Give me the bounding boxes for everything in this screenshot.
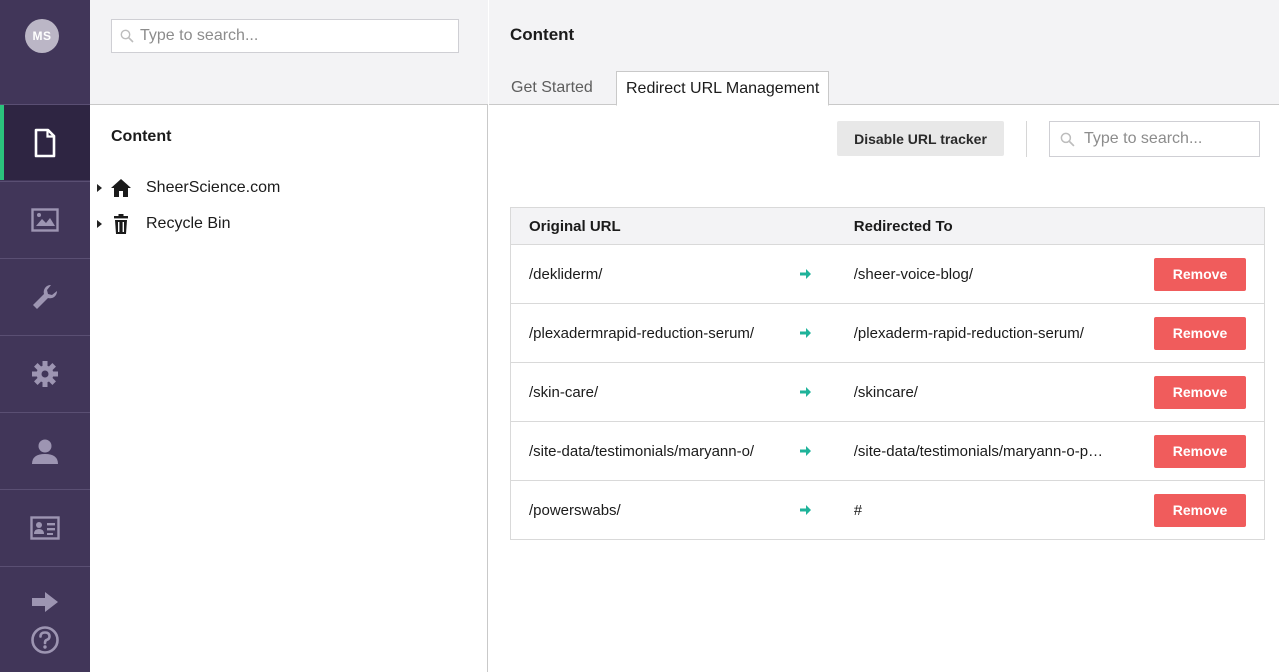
table-row: /site-data/testimonials/maryann-o/ /site…	[510, 421, 1265, 481]
main-header: Content Get Started Redirect URL Managem…	[489, 0, 1279, 106]
expand-caret-icon[interactable]	[97, 220, 102, 228]
original-url-cell: /powerswabs/	[510, 480, 800, 540]
redirected-url: /site-data/testimonials/maryann-o-p…	[853, 442, 1104, 460]
redirect-arrow-cell	[800, 362, 854, 422]
redirect-search-placeholder: Type to search...	[1084, 130, 1203, 147]
remove-button[interactable]: Remove	[1154, 257, 1246, 291]
remove-button[interactable]: Remove	[1154, 375, 1246, 409]
actions-cell: Remove	[1136, 244, 1265, 304]
redirected-url: /plexaderm-rapid-reduction-serum/	[853, 324, 1084, 342]
tab-get-started[interactable]: Get Started	[511, 71, 593, 105]
remove-button[interactable]: Remove	[1154, 434, 1246, 468]
original-url-cell: /skin-care/	[510, 362, 800, 422]
remove-button[interactable]: Remove	[1154, 493, 1246, 527]
help-button[interactable]	[0, 625, 90, 655]
search-icon	[120, 29, 134, 43]
actions-cell: Remove	[1136, 303, 1265, 363]
redirected-to-cell: /skincare/	[853, 362, 1137, 422]
tree-node-site[interactable]: SheerScience.com	[90, 173, 488, 203]
nav-settings[interactable]	[0, 335, 90, 411]
search-icon	[1060, 132, 1075, 147]
redirected-url: /sheer-voice-blog/	[853, 265, 973, 283]
original-url-cell: /plexadermrapid-reduction-serum/	[510, 303, 800, 363]
arrow-right-icon	[800, 327, 811, 338]
redirect-arrow-cell	[800, 421, 854, 481]
remove-button[interactable]: Remove	[1154, 316, 1246, 350]
original-url-cell: /site-data/testimonials/maryann-o/	[510, 421, 800, 481]
main-pane: Content Get Started Redirect URL Managem…	[489, 0, 1279, 672]
redirected-to-cell: /site-data/testimonials/maryann-o-p…	[853, 421, 1137, 481]
nav-bottom	[0, 566, 90, 672]
redirects-table: Original URL Redirected To /dekliderm/ /…	[510, 207, 1265, 540]
tree-title: Content	[111, 128, 172, 145]
wrench-icon	[33, 284, 58, 309]
tree-header: Type to search...	[90, 0, 488, 105]
nav-rail: MS	[0, 0, 90, 672]
expand-caret-icon[interactable]	[97, 184, 102, 192]
actions-cell: Remove	[1136, 362, 1265, 422]
disable-url-tracker-button[interactable]: Disable URL tracker	[837, 121, 1004, 156]
toolbar-divider	[1026, 121, 1027, 157]
column-header-actions	[1136, 207, 1265, 245]
arrow-right-icon	[800, 386, 811, 397]
table-row: /dekliderm/ /sheer-voice-blog/ Remove	[510, 244, 1265, 304]
nav-media[interactable]	[0, 181, 90, 257]
document-icon	[34, 128, 56, 157]
nav-settings-tools[interactable]	[0, 258, 90, 334]
column-header-arrow	[800, 207, 854, 245]
table-header-row: Original URL Redirected To	[510, 207, 1265, 245]
column-header-original-url: Original URL	[510, 207, 800, 245]
nav-members[interactable]	[0, 489, 90, 565]
tree-node-label: Recycle Bin	[146, 215, 231, 232]
content-tree-pane: Type to search... Content SheerScience.c…	[90, 0, 488, 672]
original-url-cell: /dekliderm/	[510, 244, 800, 304]
gear-icon	[32, 360, 58, 387]
image-icon	[31, 207, 59, 232]
page-title: Content	[510, 25, 575, 44]
redirected-to-cell: /plexaderm-rapid-reduction-serum/	[853, 303, 1137, 363]
tree-node-recycle-bin[interactable]: Recycle Bin	[90, 209, 488, 239]
redirect-search-input[interactable]: Type to search...	[1049, 121, 1260, 157]
table-row: /skin-care/ /skincare/ Remove	[510, 362, 1265, 422]
redirect-arrow-cell	[800, 244, 854, 304]
redirected-url: /skincare/	[853, 383, 918, 401]
user-avatar[interactable]: MS	[25, 19, 59, 53]
tree-node-label: SheerScience.com	[146, 179, 281, 196]
redirected-url: #	[853, 501, 863, 519]
arrow-right-icon	[800, 504, 811, 515]
logout-button[interactable]	[0, 591, 90, 613]
arrow-right-icon	[800, 268, 811, 279]
redirected-to-cell: #	[853, 480, 1137, 540]
home-icon	[111, 179, 131, 197]
question-circle-icon	[31, 626, 59, 654]
trash-icon	[114, 214, 128, 234]
nav-users[interactable]	[0, 412, 90, 488]
table-row: /powerswabs/ # Remove	[510, 480, 1265, 540]
redirect-arrow-cell	[800, 303, 854, 363]
redirected-to-cell: /sheer-voice-blog/	[853, 244, 1137, 304]
nav-content[interactable]	[0, 104, 90, 180]
actions-cell: Remove	[1136, 480, 1265, 540]
tree-search-placeholder: Type to search...	[140, 27, 259, 44]
arrow-right-icon	[800, 445, 811, 456]
table-row: /plexadermrapid-reduction-serum/ /plexad…	[510, 303, 1265, 363]
actions-cell: Remove	[1136, 421, 1265, 481]
id-card-icon	[30, 515, 60, 540]
tab-redirect-url-management[interactable]: Redirect URL Management	[616, 71, 830, 106]
tree-search-input[interactable]: Type to search...	[111, 19, 459, 53]
person-icon	[32, 439, 58, 464]
arrow-right-icon	[32, 592, 58, 612]
column-header-redirected-to: Redirected To	[853, 207, 1137, 245]
redirect-arrow-cell	[800, 480, 854, 540]
